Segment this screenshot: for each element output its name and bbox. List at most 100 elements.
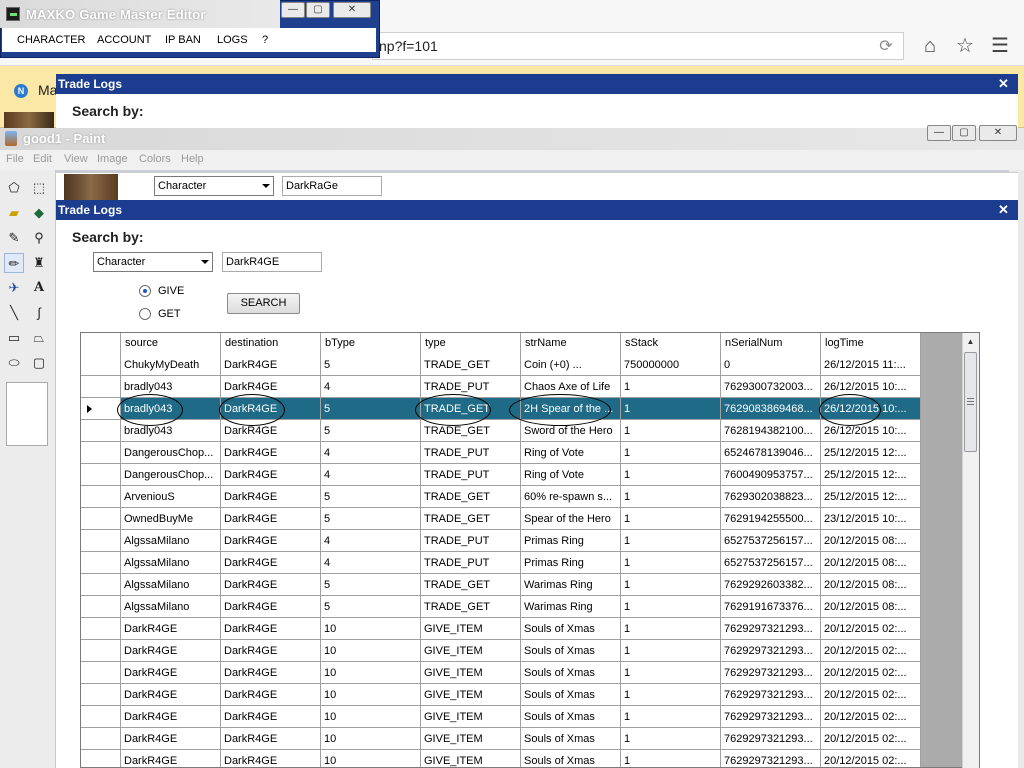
star-icon[interactable]: ☆ — [953, 34, 977, 58]
cell-btype[interactable]: 5 — [321, 398, 421, 420]
cell-sstack[interactable]: 1 — [621, 640, 721, 662]
row-header[interactable] — [81, 354, 121, 376]
cell-source[interactable]: DarkR4GE — [121, 706, 221, 728]
cell-source[interactable]: DarkR4GE — [121, 640, 221, 662]
menu-logs[interactable]: LOGS — [217, 34, 248, 46]
cell-nserialnum[interactable]: 7629191673376... — [721, 596, 821, 618]
cell-destination[interactable]: DarkR4GE — [221, 552, 321, 574]
cell-type[interactable]: TRADE_GET — [421, 354, 521, 376]
cell-sstack[interactable]: 1 — [621, 618, 721, 640]
cell-type[interactable]: TRADE_PUT — [421, 552, 521, 574]
cell-destination[interactable]: DarkR4GE — [221, 662, 321, 684]
cell-nserialnum[interactable]: 6524678139046... — [721, 442, 821, 464]
search-type-select[interactable]: Character — [93, 252, 213, 272]
cell-destination[interactable]: DarkR4GE — [221, 486, 321, 508]
row-header[interactable] — [81, 398, 121, 420]
brush-icon[interactable]: ♜ — [29, 253, 49, 273]
curve-tool-icon[interactable]: ∫ — [29, 303, 49, 323]
row-header[interactable] — [81, 574, 121, 596]
rectangle-tool-icon[interactable]: ▭ — [4, 328, 24, 348]
cell-strname[interactable]: Souls of Xmas — [521, 684, 621, 706]
cell-logtime[interactable]: 20/12/2015 08:... — [821, 552, 921, 574]
menu-account[interactable]: ACCOUNT — [97, 34, 151, 46]
table-row[interactable]: ChukyMyDeath DarkR4GE 5 TRADE_GET Coin (+0) … — [81, 354, 921, 376]
row-header[interactable] — [81, 662, 121, 684]
cell-btype[interactable]: 5 — [321, 486, 421, 508]
maximize-button[interactable]: ▢ — [306, 2, 330, 18]
column-header-source[interactable]: source — [121, 333, 221, 354]
cell-btype[interactable]: 4 — [321, 530, 421, 552]
cell-nserialnum[interactable]: 7629297321293... — [721, 640, 821, 662]
cell-logtime[interactable]: 26/12/2015 11:... — [821, 354, 921, 376]
cell-sstack[interactable]: 1 — [621, 684, 721, 706]
cell-source[interactable]: AlgssaMilano — [121, 530, 221, 552]
cell-source[interactable]: ArveniouS — [121, 486, 221, 508]
search-type-select[interactable]: Character — [154, 176, 274, 196]
cell-btype[interactable]: 5 — [321, 574, 421, 596]
paint-menu-file[interactable]: File — [6, 153, 24, 165]
paint-menu-colors[interactable]: Colors — [139, 153, 171, 165]
cell-logtime[interactable]: 20/12/2015 02:... — [821, 728, 921, 750]
cell-source[interactable]: DarkR4GE — [121, 728, 221, 750]
cell-source[interactable]: ChukyMyDeath — [121, 354, 221, 376]
cell-source[interactable]: OwnedBuyMe — [121, 508, 221, 530]
cell-destination[interactable]: DarkR4GE — [221, 750, 321, 767]
cell-btype[interactable]: 4 — [321, 464, 421, 486]
trade-logs-back-titlebar[interactable] — [56, 74, 1018, 94]
close-icon[interactable]: ✕ — [998, 76, 1009, 92]
cell-source[interactable]: DangerousChop... — [121, 464, 221, 486]
cell-strname[interactable]: Souls of Xmas — [521, 750, 621, 767]
cell-btype[interactable]: 10 — [321, 618, 421, 640]
cell-sstack[interactable]: 1 — [621, 420, 721, 442]
column-header-nserialnum[interactable]: nSerialNum — [721, 333, 821, 354]
radio-give[interactable] — [139, 285, 151, 297]
cell-strname[interactable]: Souls of Xmas — [521, 618, 621, 640]
cell-nserialnum[interactable]: 7629297321293... — [721, 684, 821, 706]
cell-nserialnum[interactable]: 6527537256157... — [721, 552, 821, 574]
table-row[interactable]: ArveniouS DarkR4GE 5 TRADE_GET 60% re-spawn … — [81, 486, 921, 508]
row-header[interactable] — [81, 486, 121, 508]
cell-type[interactable]: TRADE_GET — [421, 486, 521, 508]
character-name-input[interactable]: DarkR4GE — [222, 252, 322, 272]
cell-source[interactable]: AlgssaMilano — [121, 596, 221, 618]
cell-btype[interactable]: 10 — [321, 640, 421, 662]
cell-destination[interactable]: DarkR4GE — [221, 684, 321, 706]
table-row[interactable]: bradly043 DarkR4GE 4 TRADE_PUT Chaos Axe of … — [81, 376, 921, 398]
cell-type[interactable]: TRADE_GET — [421, 508, 521, 530]
line-tool-icon[interactable]: ╲ — [4, 303, 24, 323]
cell-type[interactable]: GIVE_ITEM — [421, 662, 521, 684]
cell-nserialnum[interactable]: 7629302038823... — [721, 486, 821, 508]
cell-source[interactable]: DangerousChop... — [121, 442, 221, 464]
close-button[interactable]: ✕ — [333, 2, 371, 18]
table-row[interactable]: DarkR4GE DarkR4GE 10 GIVE_ITEM Souls of Xmas… — [81, 662, 921, 684]
cell-nserialnum[interactable]: 7629292603382... — [721, 574, 821, 596]
cell-type[interactable]: GIVE_ITEM — [421, 618, 521, 640]
cell-btype[interactable]: 4 — [321, 442, 421, 464]
cell-logtime[interactable]: 26/12/2015 10:... — [821, 398, 921, 420]
cell-type[interactable]: TRADE_GET — [421, 420, 521, 442]
cell-btype[interactable]: 5 — [321, 354, 421, 376]
cell-strname[interactable]: Souls of Xmas — [521, 662, 621, 684]
menu-ip-ban[interactable]: IP BAN — [165, 34, 201, 46]
cell-sstack[interactable]: 1 — [621, 750, 721, 767]
cell-strname[interactable]: Warimas Ring — [521, 596, 621, 618]
cell-destination[interactable]: DarkR4GE — [221, 618, 321, 640]
cell-strname[interactable]: Spear of the Hero — [521, 508, 621, 530]
row-header[interactable] — [81, 530, 121, 552]
home-icon[interactable]: ⌂ — [918, 34, 942, 58]
table-row[interactable]: OwnedBuyMe DarkR4GE 5 TRADE_GET Spear of the… — [81, 508, 921, 530]
column-header-destination[interactable]: destination — [221, 333, 321, 354]
free-select-icon[interactable]: ⬠ — [4, 178, 24, 198]
ellipse-tool-icon[interactable]: ⬭ — [4, 353, 24, 373]
cell-sstack[interactable]: 1 — [621, 464, 721, 486]
cell-source[interactable]: DarkR4GE — [121, 618, 221, 640]
menu-help[interactable]: ? — [262, 34, 268, 46]
cell-strname[interactable]: 2H Spear of the ... — [521, 398, 621, 420]
hamburger-menu-icon[interactable]: ☰ — [988, 34, 1012, 58]
cell-destination[interactable]: DarkR4GE — [221, 596, 321, 618]
radio-get[interactable] — [139, 308, 151, 320]
cell-logtime[interactable]: 20/12/2015 02:... — [821, 706, 921, 728]
cell-destination[interactable]: DarkR4GE — [221, 530, 321, 552]
airbrush-icon[interactable]: ✈ — [4, 278, 24, 298]
table-row[interactable]: AlgssaMilano DarkR4GE 5 TRADE_GET Warimas Ri… — [81, 596, 921, 618]
